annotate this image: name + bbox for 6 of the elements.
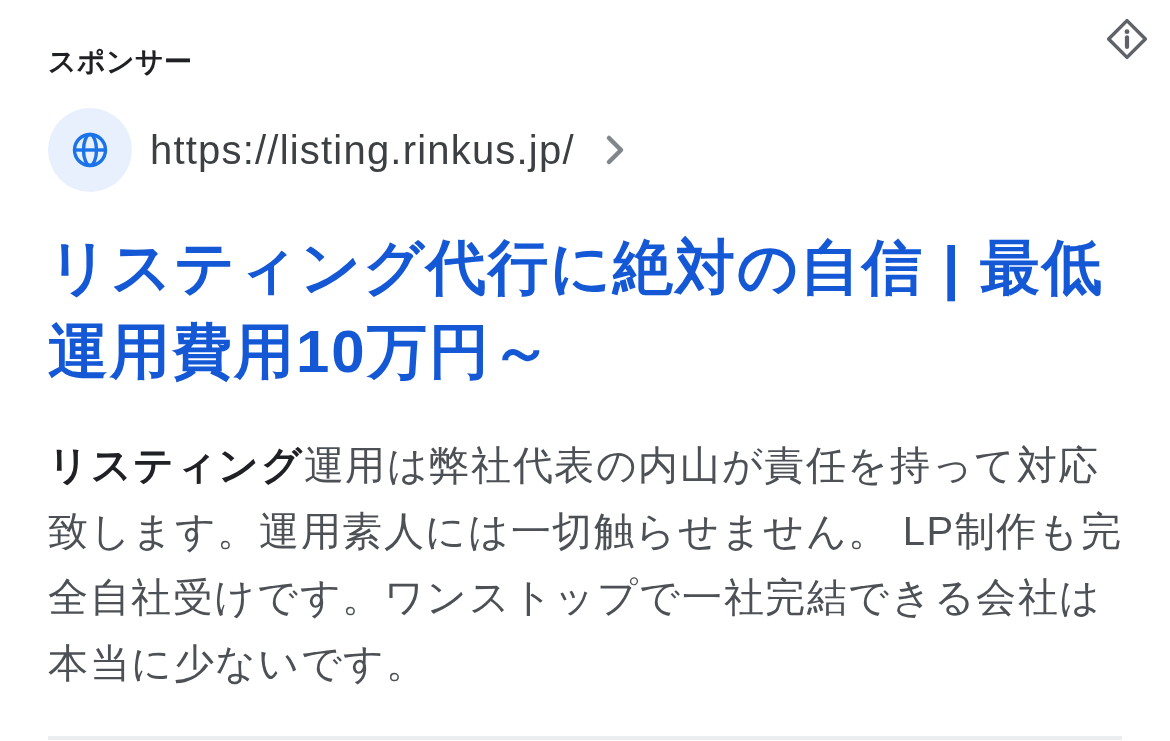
site-url[interactable]: https://listing.rinkus.jp/ xyxy=(150,126,575,174)
sponsored-label: スポンサー xyxy=(48,45,192,79)
info-icon[interactable] xyxy=(1106,18,1148,60)
globe-icon xyxy=(48,108,132,192)
ad-title-link[interactable]: リスティング代行に絶対の自信 | 最低運用費用10万円～ xyxy=(48,226,1123,394)
ad-description: リスティング運用は弊社代表の内山が責任を持って対応致します。運用素人には一切触らせません。 LP制作も完全自社受けです。ワンストップで一社完結できる会社は本当に少ないです。 xyxy=(48,442,1124,687)
